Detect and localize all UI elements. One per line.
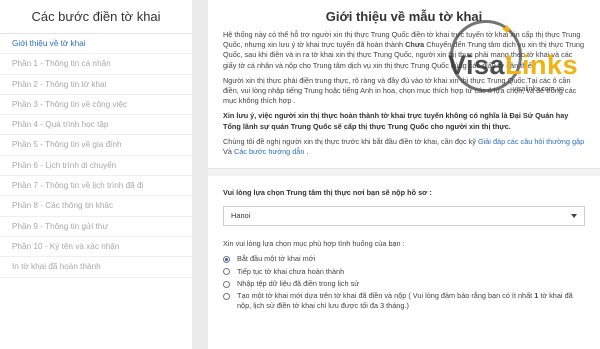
sidebar-item-part-8[interactable]: Phần 8 - Các thông tin khác <box>0 196 192 217</box>
visa-center-label: Vui lòng lựa chọn Trung tâm thị thực nơi… <box>223 188 432 198</box>
sidebar-item-intro[interactable]: Giới thiệu về tờ khai <box>0 34 192 55</box>
sidebar-item-part-3[interactable]: Phần 3 - Thông tin về công việc <box>0 95 192 116</box>
sidebar-item-part-2[interactable]: Phần 2 - Thông tin tờ khai <box>0 75 192 95</box>
section-divider <box>208 168 600 177</box>
option-import-file[interactable]: Nhập tệp dữ liệu đã điền trong lịch sử <box>223 279 585 289</box>
option-copy-text-a: Tạo một tờ khai mới dựa trên tờ khai đã … <box>237 291 535 301</box>
sidebar-title: Các bước điền tờ khai <box>0 0 192 34</box>
intro-p4-text-b: Và <box>223 147 234 157</box>
guide-link[interactable]: Các bước hướng dẫn <box>234 147 304 156</box>
intro-p4-text-a: Chúng tôi đề nghị người xin thị thực trư… <box>223 136 478 146</box>
visa-center-value: Hanoi <box>231 211 251 221</box>
sidebar-item-part-9[interactable]: Phần 9 - Thông tin gửi thư <box>0 217 192 237</box>
option-copy-submitted[interactable]: Tạo một tờ khai mới dựa trên tờ khai đã … <box>223 291 585 311</box>
sidebar-item-part-4[interactable]: Phần 4 - Quá trình học tập <box>0 115 192 136</box>
radio-new-form[interactable] <box>223 255 230 263</box>
sidebar-item-part-10[interactable]: Phần 10 - Ký tên và xác nhận <box>0 237 192 258</box>
intro-text: Hệ thống này có thể hỗ trợ người xin thị… <box>208 30 600 157</box>
sidebar-item-part-6[interactable]: Phần 6 - Lịch trình di chuyển <box>0 156 192 177</box>
option-continue-form-label: Tiếp tục tờ khai chưa hoàn thành <box>237 266 345 276</box>
sidebar-item-part-5[interactable]: Phần 5 - Thông tin về gia đình <box>0 135 192 156</box>
sidebar-item-print[interactable]: In tờ khai đã hoàn thành <box>0 257 192 278</box>
sidebar-item-part-1[interactable]: Phần 1 - Thông tin cá nhân <box>0 54 192 75</box>
radio-import-file[interactable] <box>223 280 230 288</box>
situation-label: Xin vui lòng lựa chọn mục phù hợp tình h… <box>223 239 405 249</box>
page-title: Giới thiệu về mẫu tờ khai <box>325 9 483 24</box>
intro-paragraph-4: Chúng tôi đề nghị người xin thị thực trư… <box>223 137 586 157</box>
intro-notice: Xin lưu ý, việc người xin thị thực hoàn … <box>223 111 569 131</box>
main-panel: Giới thiệu về mẫu tờ khai Hệ thống này c… <box>208 0 600 349</box>
dropdown-arrow-icon <box>571 214 577 219</box>
sidebar: Các bước điền tờ khai Giới thiệu về tờ k… <box>0 0 192 349</box>
sidebar-list: Giới thiệu về tờ khai Phần 1 - Thông tin… <box>0 34 192 278</box>
intro-paragraph-1: Hệ thống này có thể hỗ trợ người xin thị… <box>223 30 586 71</box>
option-new-form[interactable]: Bắt đầu một tờ khai mới <box>223 254 585 264</box>
intro-p4-text-c: . <box>304 147 309 157</box>
radio-continue-form[interactable] <box>223 268 230 276</box>
intro-paragraph-2: Người xin thị thực phải điền trung thực,… <box>223 75 577 106</box>
option-copy-submitted-label: Tạo một tờ khai mới dựa trên tờ khai đã … <box>237 291 585 311</box>
sidebar-item-part-7[interactable]: Phần 7 - Thông tin về lịch trình đã đi <box>0 176 192 197</box>
intro-p1-bold: Chưa <box>405 40 425 50</box>
situation-radio-group: Bắt đầu một tờ khai mới Tiếp tục tờ khai… <box>223 254 585 311</box>
option-continue-form[interactable]: Tiếp tục tờ khai chưa hoàn thành <box>223 267 585 277</box>
visa-center-select[interactable]: Hanoi <box>223 206 585 227</box>
options-section: Vui lòng lựa chọn Trung tâm thị thực nơi… <box>208 188 600 311</box>
radio-copy-submitted[interactable] <box>223 292 230 300</box>
faq-link[interactable]: Giải đáp các câu hỏi thường gặp <box>478 137 584 146</box>
option-import-file-label: Nhập tệp dữ liệu đã điền trong lịch sử <box>237 279 360 289</box>
option-new-form-label: Bắt đầu một tờ khai mới <box>237 254 316 264</box>
